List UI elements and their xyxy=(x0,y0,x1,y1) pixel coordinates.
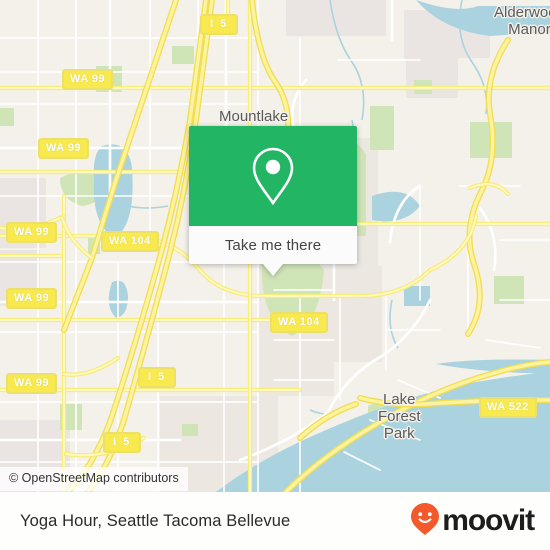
road-shield: WA 104 xyxy=(101,231,159,252)
take-me-there-label: Take me there xyxy=(224,236,322,254)
map-screen: .land { fill:#f4f1ea; } .urban { fill:#e… xyxy=(0,0,550,550)
road-shield: WA 99 xyxy=(38,138,90,159)
moovit-wordmark: moovit xyxy=(442,504,535,537)
road-shield: WA 522 xyxy=(479,397,537,418)
popup-header xyxy=(189,126,357,226)
osm-attribution[interactable]: © OpenStreetMap contributors xyxy=(0,467,188,491)
popup-pointer xyxy=(263,264,283,276)
moovit-smiling-pin-icon xyxy=(410,502,440,541)
road-shield: I 5 xyxy=(138,367,177,388)
road-shield: WA 99 xyxy=(62,69,114,90)
road-shield: I 5 xyxy=(200,14,239,35)
road-shield: WA 99 xyxy=(6,288,58,309)
road-shield: I 5 xyxy=(103,432,142,453)
take-me-there-button[interactable]: Take me there xyxy=(189,226,357,276)
map-pin-icon xyxy=(250,146,296,206)
road-shield: WA 104 xyxy=(270,312,328,333)
road-shield: WA 99 xyxy=(6,222,58,243)
place-label: Alderwood Manor xyxy=(494,4,550,38)
place-label: Mountlake xyxy=(219,108,289,125)
location-popup[interactable]: Take me there xyxy=(189,126,357,276)
place-title: Yoga Hour, Seattle Tacoma Bellevue xyxy=(20,511,291,530)
place-label: Lake Forest Park xyxy=(378,391,421,442)
road-shield: WA 99 xyxy=(6,373,58,394)
moovit-logo[interactable]: moovit xyxy=(410,502,535,541)
bottom-bar: Yoga Hour, Seattle Tacoma Bellevue moovi… xyxy=(0,492,550,550)
